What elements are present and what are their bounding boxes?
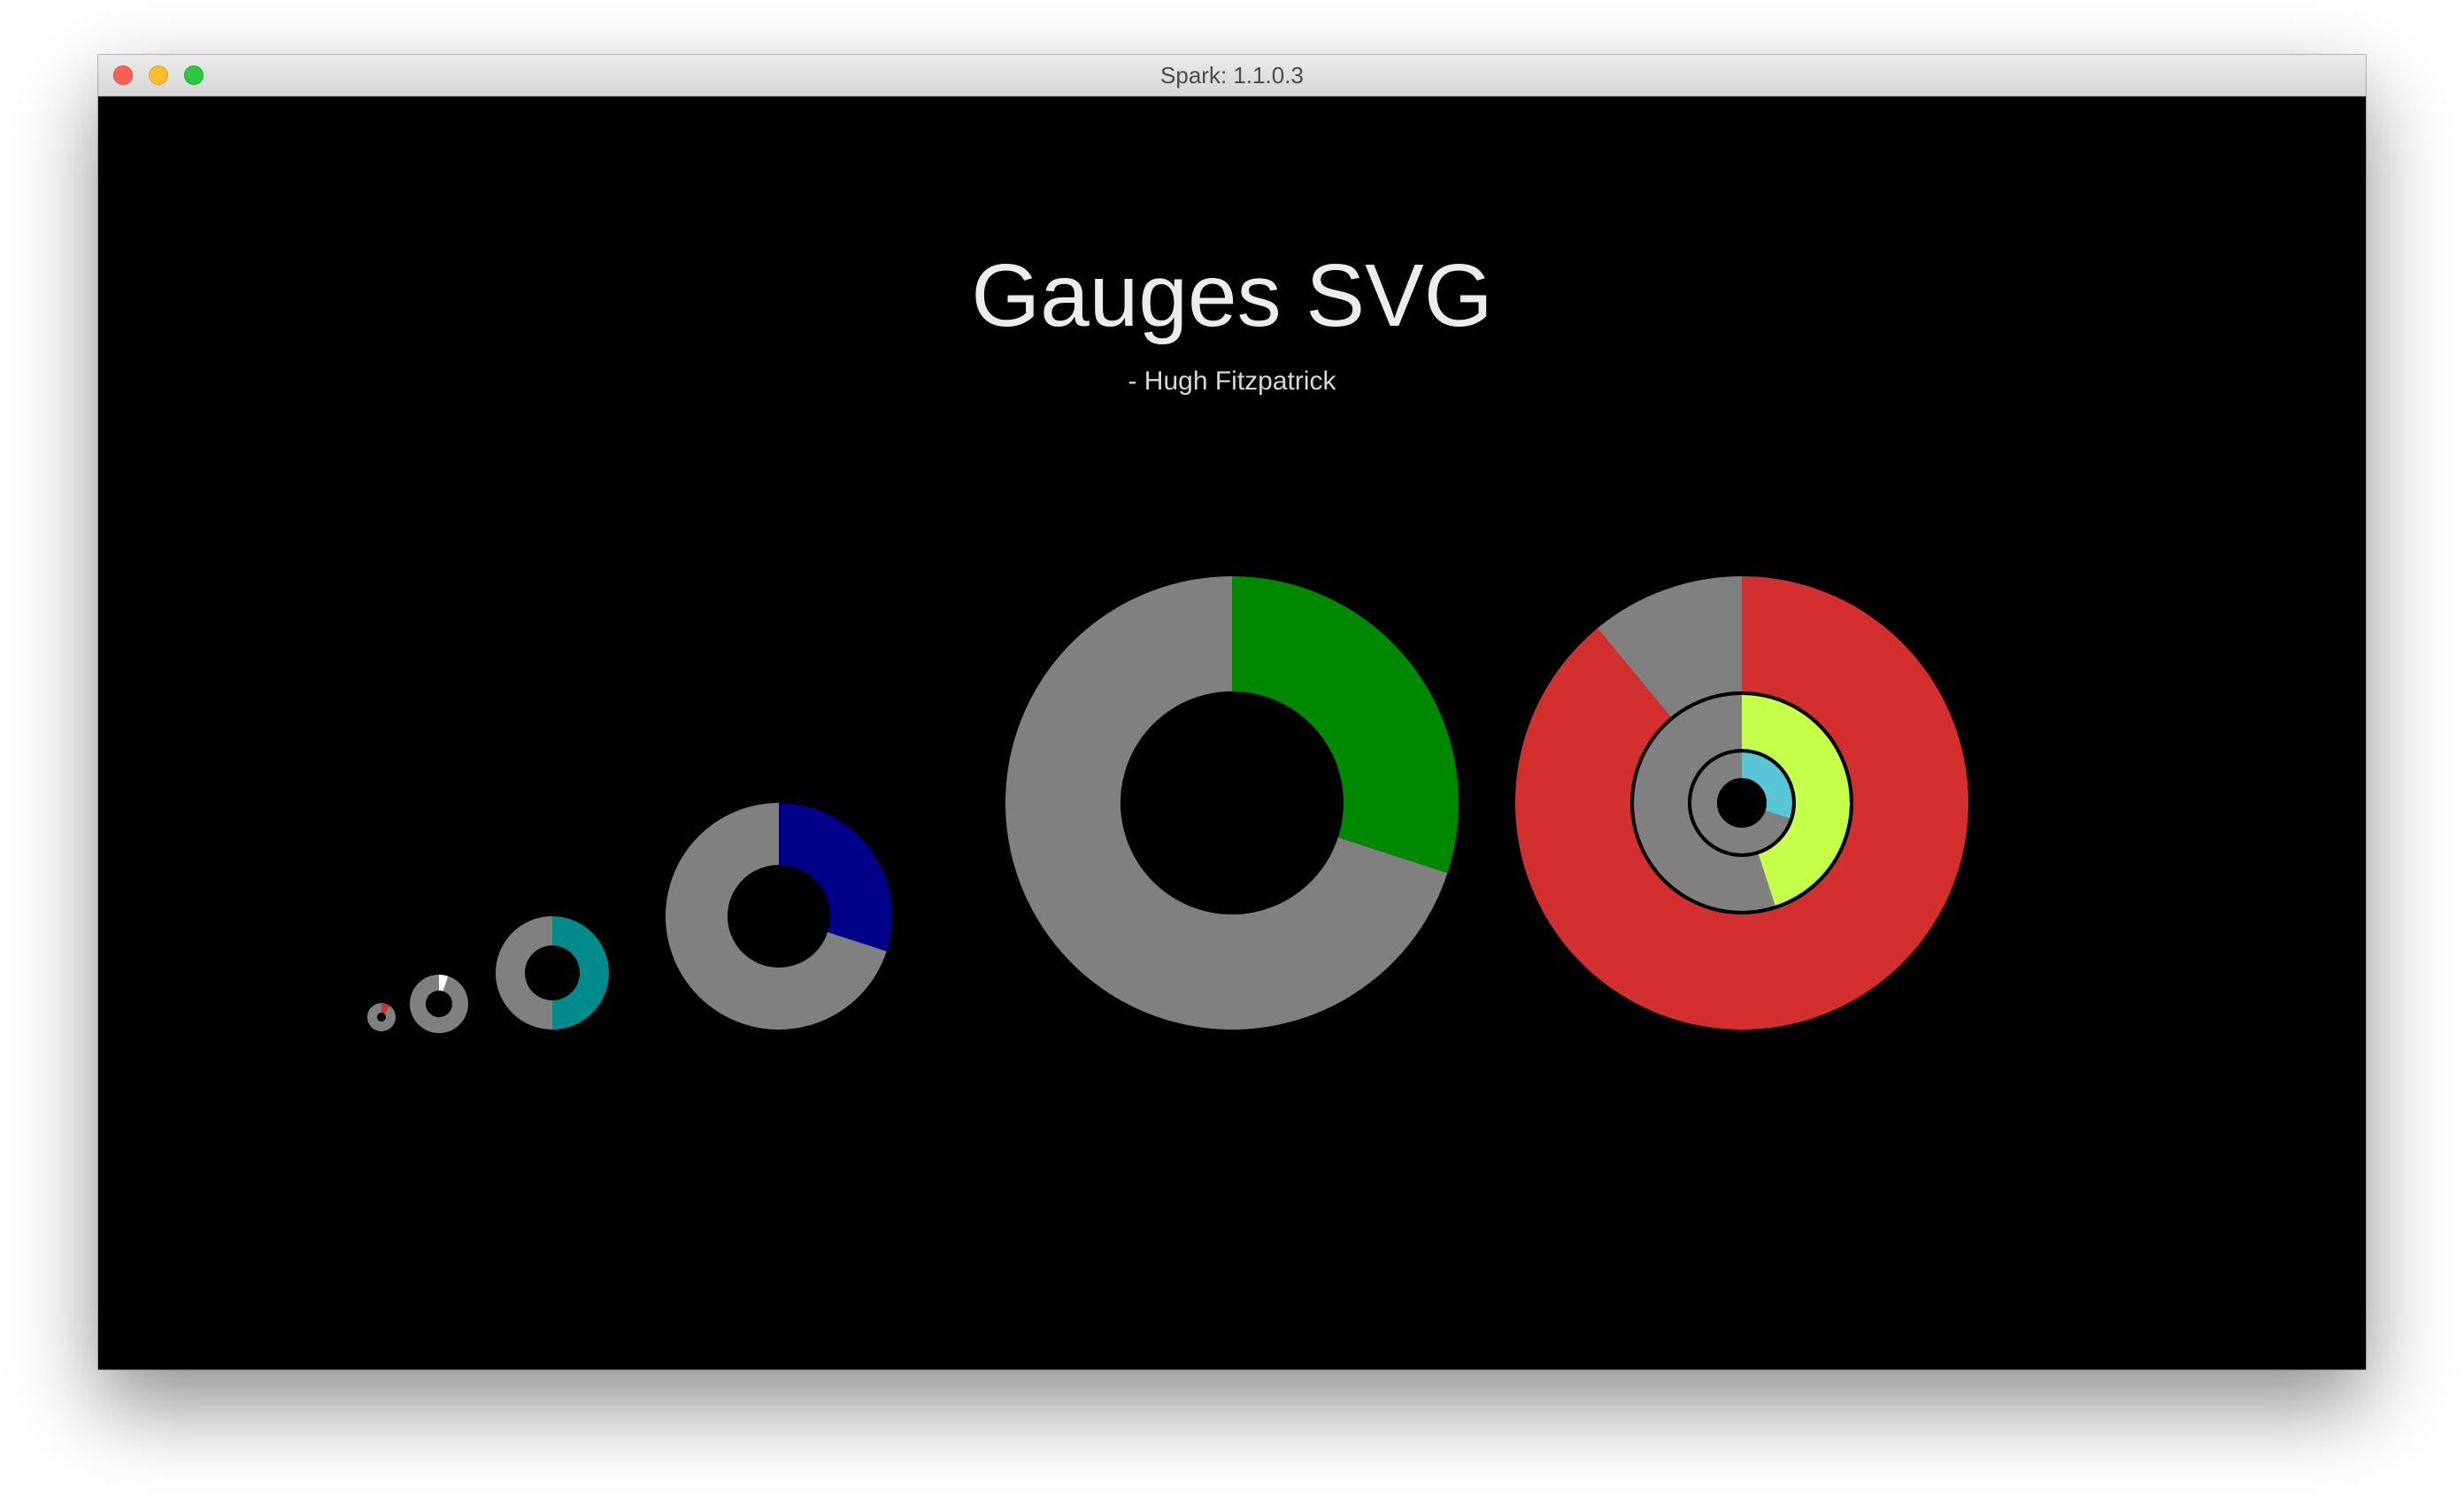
gauges-svg bbox=[366, 576, 1968, 1034]
gauge-nested-ring-separator-3 bbox=[1717, 778, 1767, 828]
content-area: Gauges SVG - Hugh Fitzpatrick bbox=[98, 96, 2366, 1369]
title-bar[interactable]: Spark: 1.1.0.3 bbox=[98, 55, 2366, 96]
gauge-green-value-arc bbox=[1232, 576, 1459, 874]
gauge-teal-value-arc bbox=[552, 916, 609, 1030]
app-window: Spark: 1.1.0.3 Gauges SVG - Hugh Fitzpat… bbox=[98, 55, 2366, 1369]
gauge-teal-track bbox=[496, 916, 552, 1030]
gauge-teal bbox=[496, 916, 609, 1030]
gauge-navy bbox=[666, 803, 893, 1030]
gauge-green bbox=[1005, 576, 1459, 1030]
window-title: Spark: 1.1.0.3 bbox=[1160, 62, 1304, 89]
gauge-navy-value-arc bbox=[779, 803, 893, 952]
gauge-nested-ring-1-value-arc bbox=[1514, 576, 1968, 1030]
gauge-small bbox=[410, 975, 469, 1034]
gauge-tiny bbox=[366, 1003, 396, 1032]
gauge-tiny-track bbox=[366, 1003, 396, 1032]
gauge-nested bbox=[1514, 576, 1968, 1030]
